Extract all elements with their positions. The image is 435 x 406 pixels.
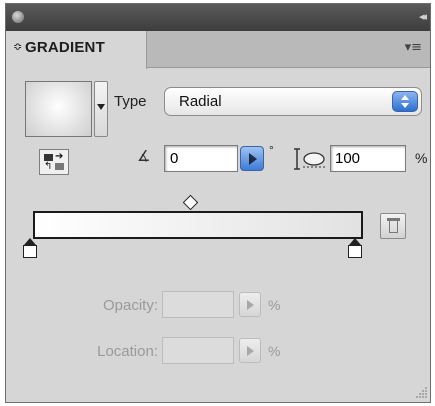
angle-value: 0	[170, 150, 179, 167]
panel-tab-strip: ≎ GRADIENT ▾≡	[6, 31, 430, 69]
play-arrow-icon	[249, 153, 257, 165]
gradient-ramp[interactable]	[33, 211, 363, 239]
angle-icon: ∡	[137, 147, 151, 165]
gradient-stop-left[interactable]	[22, 238, 38, 260]
location-label: Location:	[97, 343, 158, 360]
type-select-value: Radial	[179, 93, 222, 110]
panel-title-bar[interactable]: ◂◂	[6, 4, 430, 31]
gradient-panel: ◂◂ ≎ GRADIENT ▾≡ Type Radial ➔ ↰ ∡ 0 ° 1…	[5, 3, 431, 403]
tab-gradient[interactable]: ≎ GRADIENT	[6, 31, 147, 69]
panel-menu-icon[interactable]: ▾≡	[405, 40, 422, 55]
chevron-down-icon	[97, 104, 105, 110]
reverse-gradient-button[interactable]: ➔ ↰	[39, 149, 69, 175]
angle-dropdown-button[interactable]	[240, 146, 264, 171]
tab-label: GRADIENT	[25, 39, 105, 56]
degree-symbol: °	[269, 143, 274, 157]
delete-stop-button[interactable]	[380, 213, 406, 239]
select-stepper-icon[interactable]	[392, 91, 418, 112]
swatch-dropdown-button[interactable]	[94, 81, 108, 137]
aspect-ratio-input[interactable]: 100	[330, 145, 406, 172]
close-icon[interactable]	[12, 11, 24, 23]
opacity-dropdown-button	[239, 292, 261, 317]
gradient-fill-swatch[interactable]	[25, 81, 92, 137]
play-arrow-icon	[247, 300, 254, 310]
tab-expand-icon[interactable]: ≎	[13, 40, 22, 53]
location-input	[162, 337, 234, 364]
angle-input[interactable]: 0	[164, 145, 238, 172]
gradient-stop-right[interactable]	[347, 238, 363, 260]
resize-grip-icon[interactable]	[416, 386, 428, 398]
opacity-label: Opacity:	[102, 297, 158, 314]
opacity-unit: %	[268, 297, 281, 313]
type-label: Type	[114, 93, 147, 110]
location-dropdown-button	[239, 338, 261, 363]
aspect-ratio-icon	[294, 148, 325, 170]
aspect-ratio-value: 100	[335, 150, 361, 167]
play-arrow-icon	[247, 346, 254, 356]
type-select[interactable]: Radial	[164, 87, 422, 116]
collapse-panel-icon[interactable]: ◂◂	[419, 10, 427, 23]
aspect-ratio-unit: %	[415, 150, 428, 166]
opacity-input	[162, 291, 234, 318]
gradient-midpoint-diamond[interactable]	[182, 194, 199, 211]
location-unit: %	[268, 343, 281, 359]
